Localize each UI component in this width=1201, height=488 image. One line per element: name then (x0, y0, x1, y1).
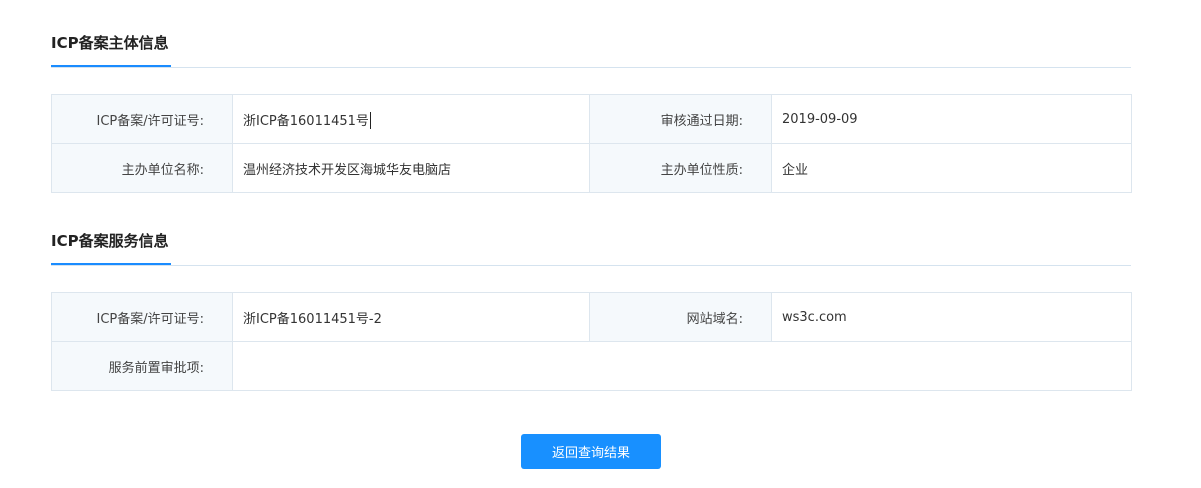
pre-approval-label: 服务前置审批项: (51, 341, 233, 391)
table-row: 主办单位名称: 温州经济技术开发区海城华友电脑店 主办单位性质: 企业 (51, 143, 1132, 193)
table-row: ICP备案/许可证号: 浙ICP备16011451号 审核通过日期: 2019-… (51, 94, 1132, 144)
back-to-results-button[interactable]: 返回查询结果 (521, 434, 661, 469)
domain-label: 网站域名: (589, 292, 772, 342)
table-row: 服务前置审批项: (51, 341, 1132, 391)
service-icp-value: 浙ICP备16011451号-2 (232, 292, 590, 342)
service-icp-label: ICP备案/许可证号: (51, 292, 233, 342)
subject-section-title: ICP备案主体信息 (51, 33, 171, 67)
service-info-table: ICP备案/许可证号: 浙ICP备16011451号-2 网站域名: ws3c.… (51, 292, 1132, 391)
subject-info-table: ICP备案/许可证号: 浙ICP备16011451号 审核通过日期: 2019-… (51, 94, 1132, 193)
sponsor-name-label: 主办单位名称: (51, 143, 233, 193)
subject-section-header: ICP备案主体信息 (51, 33, 1131, 68)
pre-approval-value (232, 341, 1132, 391)
sponsor-type-label: 主办单位性质: (589, 143, 772, 193)
sponsor-type-value: 企业 (771, 143, 1132, 193)
domain-value: ws3c.com (771, 292, 1132, 342)
sponsor-name-value: 温州经济技术开发区海城华友电脑店 (232, 143, 590, 193)
text-cursor (369, 111, 371, 129)
approval-date-label: 审核通过日期: (589, 94, 772, 144)
icp-license-label: ICP备案/许可证号: (51, 94, 233, 144)
table-row: ICP备案/许可证号: 浙ICP备16011451号-2 网站域名: ws3c.… (51, 292, 1132, 342)
service-section-title: ICP备案服务信息 (51, 231, 171, 265)
icp-license-text: 浙ICP备16011451号 (243, 113, 369, 129)
approval-date-value: 2019-09-09 (771, 94, 1132, 144)
icp-license-value[interactable]: 浙ICP备16011451号 (232, 94, 590, 144)
service-section-header: ICP备案服务信息 (51, 231, 1131, 266)
